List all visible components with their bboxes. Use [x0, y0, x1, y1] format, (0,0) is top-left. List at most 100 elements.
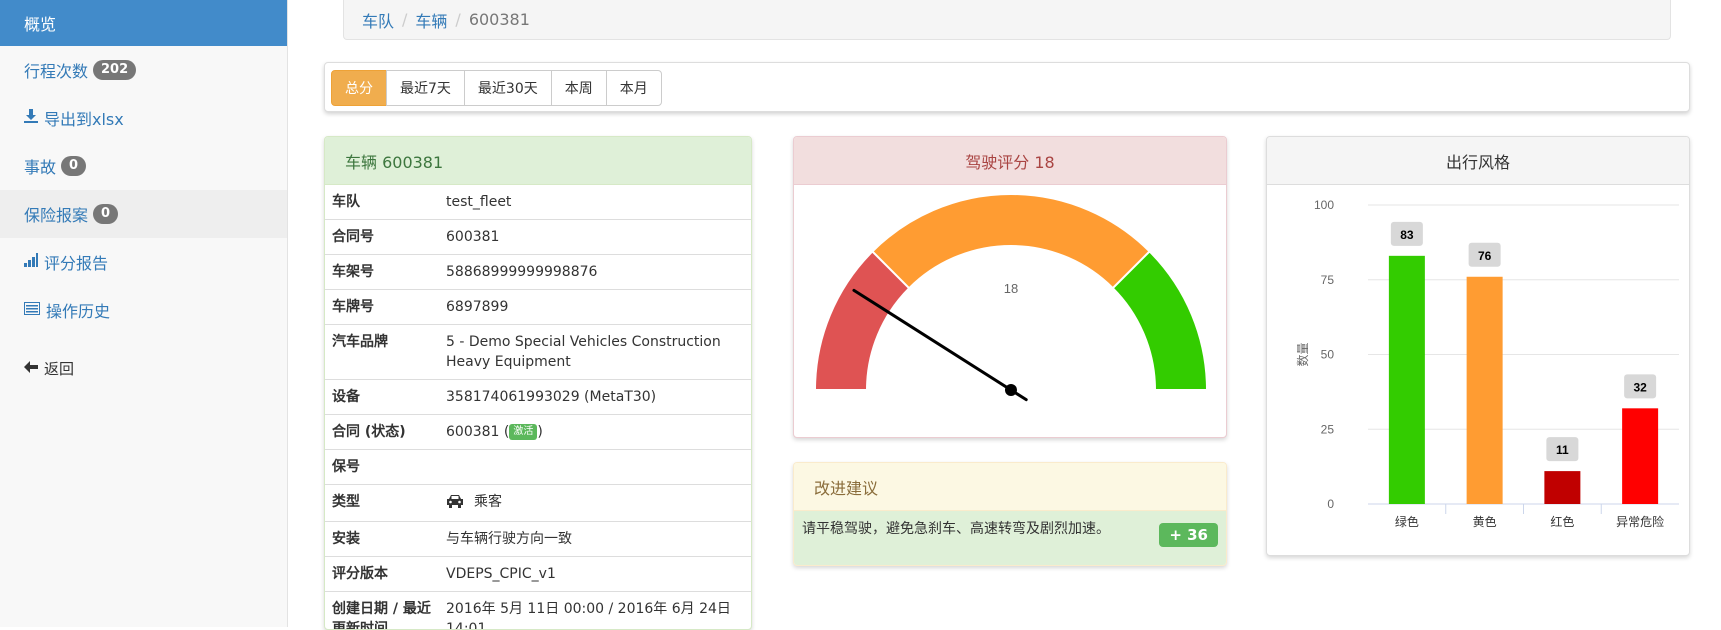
- sidebar-item-accidents[interactable]: 事故 0: [0, 142, 287, 190]
- data-label: 83: [1400, 228, 1414, 242]
- driving-style-panel: 出行风格 0255075100数量83绿色76黄色11红色32异常危险: [1266, 136, 1690, 556]
- period-button-total[interactable]: 总分: [331, 70, 387, 106]
- sidebar-item-label: 返回: [44, 358, 74, 379]
- advice-panel: 改进建议 请平稳驾驶，避免急刹车、高速转弯及剧烈加速。 + 36: [793, 462, 1227, 566]
- period-button-this-month[interactable]: 本月: [606, 70, 662, 106]
- trip-count-badge: 202: [93, 60, 136, 80]
- row-value: 600381 (激活): [439, 415, 751, 450]
- sidebar-item-export[interactable]: 导出到xlsx: [0, 94, 287, 142]
- x-tick-label: 红色: [1550, 514, 1574, 529]
- y-tick-label: 50: [1321, 348, 1335, 362]
- row-key: 安装: [325, 522, 439, 557]
- sidebar-item-label: 概览: [24, 11, 56, 35]
- sidebar-item-label: 导出到xlsx: [44, 106, 124, 130]
- row-value: 5 - Demo Special Vehicles Construction H…: [439, 325, 751, 380]
- car-icon: [446, 494, 464, 514]
- style-panel-title: 出行风格: [1267, 137, 1689, 185]
- row-value: 358174061993029 (MetaT30): [439, 380, 751, 415]
- claim-count-badge: 0: [93, 204, 118, 224]
- gauge-value-label: 18: [1004, 281, 1018, 296]
- row-value: 2016年 5月 11日 00:00 / 2016年 6月 24日 14:01: [439, 592, 751, 630]
- vehicle-panel-title: 车辆 600381: [325, 137, 751, 185]
- breadcrumb-current: 600381: [469, 10, 530, 29]
- period-selector: 总分 最近7天 最近30天 本周 本月: [324, 62, 1690, 112]
- period-button-7days[interactable]: 最近7天: [386, 70, 465, 106]
- download-icon: [24, 109, 38, 127]
- sidebar-item-label: 行程次数: [24, 58, 88, 82]
- row-key: 保号: [325, 450, 439, 485]
- row-value: 乘客: [439, 485, 751, 522]
- sidebar-item-label: 评分报告: [44, 250, 108, 274]
- breadcrumb-vehicles[interactable]: 车辆: [415, 8, 447, 32]
- table-row: 安装与车辆行驶方向一致: [325, 522, 751, 557]
- breadcrumb-separator: /: [455, 10, 460, 29]
- data-label: 11: [1556, 443, 1569, 457]
- x-tick-label: 异常危险: [1616, 514, 1664, 529]
- table-row: 保号: [325, 450, 751, 485]
- sidebar-item-history[interactable]: 操作历史: [0, 286, 287, 334]
- table-row: 评分版本VDEPS_CPIC_v1: [325, 557, 751, 592]
- period-button-30days[interactable]: 最近30天: [464, 70, 552, 106]
- sidebar-item-label: 保险报案: [24, 202, 88, 226]
- bar[interactable]: [1622, 408, 1658, 504]
- row-value: 600381: [439, 220, 751, 255]
- row-key: 汽车品牌: [325, 325, 439, 380]
- advice-row: 请平稳驾驶，避免急刹车、高速转弯及剧烈加速。 + 36: [794, 511, 1226, 566]
- advice-panel-title: 改进建议: [794, 463, 1226, 511]
- sidebar-item-overview[interactable]: 概览: [0, 0, 287, 46]
- score-panel-title: 驾驶评分 18: [794, 137, 1226, 185]
- vehicle-type: 乘客: [474, 494, 502, 510]
- row-value: [439, 450, 751, 485]
- row-key: 设备: [325, 380, 439, 415]
- row-key: 车牌号: [325, 290, 439, 325]
- row-key: 合同号: [325, 220, 439, 255]
- table-row: 车队test_fleet: [325, 185, 751, 220]
- gauge-needle: [854, 290, 1026, 399]
- list-icon: [24, 301, 40, 319]
- table-row: 类型 乘客: [325, 485, 751, 522]
- breadcrumb-fleet[interactable]: 车队: [362, 8, 394, 32]
- y-tick-label: 25: [1321, 422, 1335, 436]
- row-value: 6897899: [439, 290, 751, 325]
- advice-text: 请平稳驾驶，避免急刹车、高速转弯及剧烈加速。: [802, 519, 1132, 539]
- status-badge: 激活: [509, 424, 537, 440]
- bar-chart-icon: [24, 253, 38, 271]
- bar[interactable]: [1389, 256, 1425, 504]
- row-key: 评分版本: [325, 557, 439, 592]
- contract-close: ): [537, 424, 542, 440]
- table-row: 车架号58868999999998876: [325, 255, 751, 290]
- data-label: 76: [1478, 249, 1492, 263]
- x-tick-label: 黄色: [1473, 515, 1497, 529]
- breadcrumb-separator: /: [402, 10, 407, 29]
- x-tick-label: 绿色: [1395, 514, 1419, 529]
- row-key: 类型: [325, 485, 439, 522]
- vehicle-info-panel: 车辆 600381 车队test_fleet 合同号600381 车架号5886…: [324, 136, 752, 630]
- row-key: 合同 (状态): [325, 415, 439, 450]
- contract-number: 600381 (: [446, 424, 509, 440]
- y-tick-label: 100: [1314, 198, 1334, 212]
- driving-score-panel: 驾驶评分 18 18: [793, 136, 1227, 438]
- table-row: 创建日期 / 最近更新时间2016年 5月 11日 00:00 / 2016年 …: [325, 592, 751, 630]
- row-key: 创建日期 / 最近更新时间: [325, 592, 439, 630]
- sidebar-item-insurance-claims[interactable]: 保险报案 0: [0, 190, 287, 238]
- advice-score-badge: + 36: [1159, 523, 1218, 547]
- period-button-this-week[interactable]: 本周: [551, 70, 607, 106]
- y-axis-label: 数量: [1295, 342, 1310, 366]
- row-value: test_fleet: [439, 185, 751, 220]
- row-value: 58868999999998876: [439, 255, 751, 290]
- bar[interactable]: [1467, 277, 1503, 504]
- row-key: 车架号: [325, 255, 439, 290]
- sidebar-item-trips[interactable]: 行程次数 202: [0, 46, 287, 94]
- sidebar-item-score-report[interactable]: 评分报告: [0, 238, 287, 286]
- sidebar-item-label: 事故: [24, 154, 56, 178]
- y-tick-label: 0: [1327, 497, 1334, 511]
- breadcrumb: 车队 / 车辆 / 600381: [343, 0, 1671, 40]
- table-row: 设备358174061993029 (MetaT30): [325, 380, 751, 415]
- data-label: 32: [1633, 380, 1647, 394]
- row-value: VDEPS_CPIC_v1: [439, 557, 751, 592]
- gauge-pivot: [1005, 384, 1017, 396]
- bar[interactable]: [1544, 471, 1580, 504]
- sidebar: 概览 行程次数 202 导出到xlsx 事故 0 保险报案 0 评分报告 操作历…: [0, 0, 288, 627]
- row-value: 与车辆行驶方向一致: [439, 522, 751, 557]
- back-link[interactable]: 返回: [0, 344, 287, 392]
